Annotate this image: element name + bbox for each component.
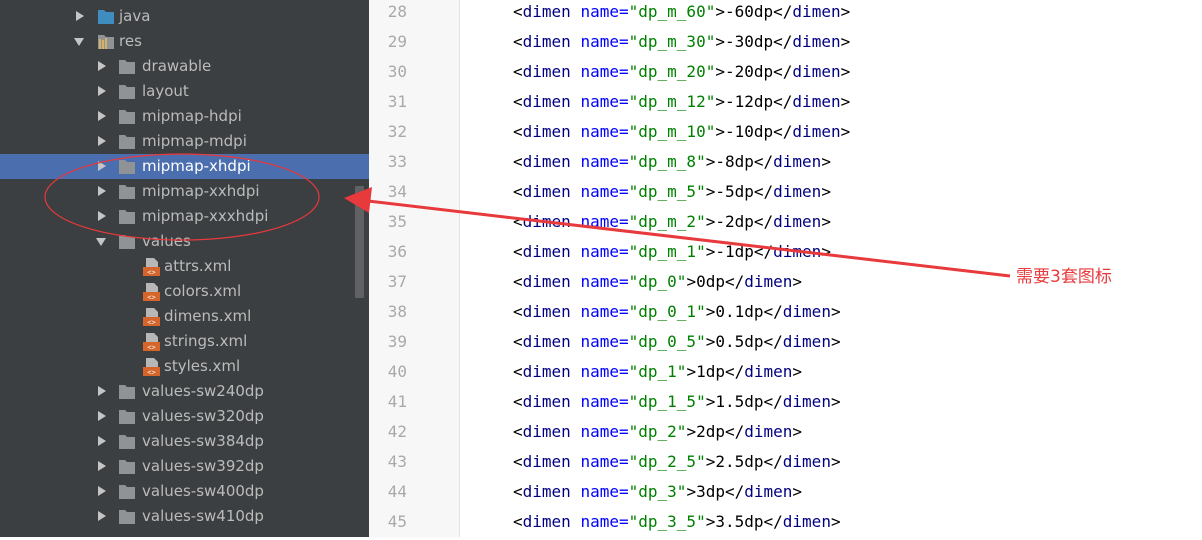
annotation-arrow-line [367, 199, 1011, 278]
annotation-label: 需要3套图标 [1016, 267, 1112, 287]
annotation-arrow-head [344, 187, 372, 213]
annotation-circle [44, 153, 320, 241]
